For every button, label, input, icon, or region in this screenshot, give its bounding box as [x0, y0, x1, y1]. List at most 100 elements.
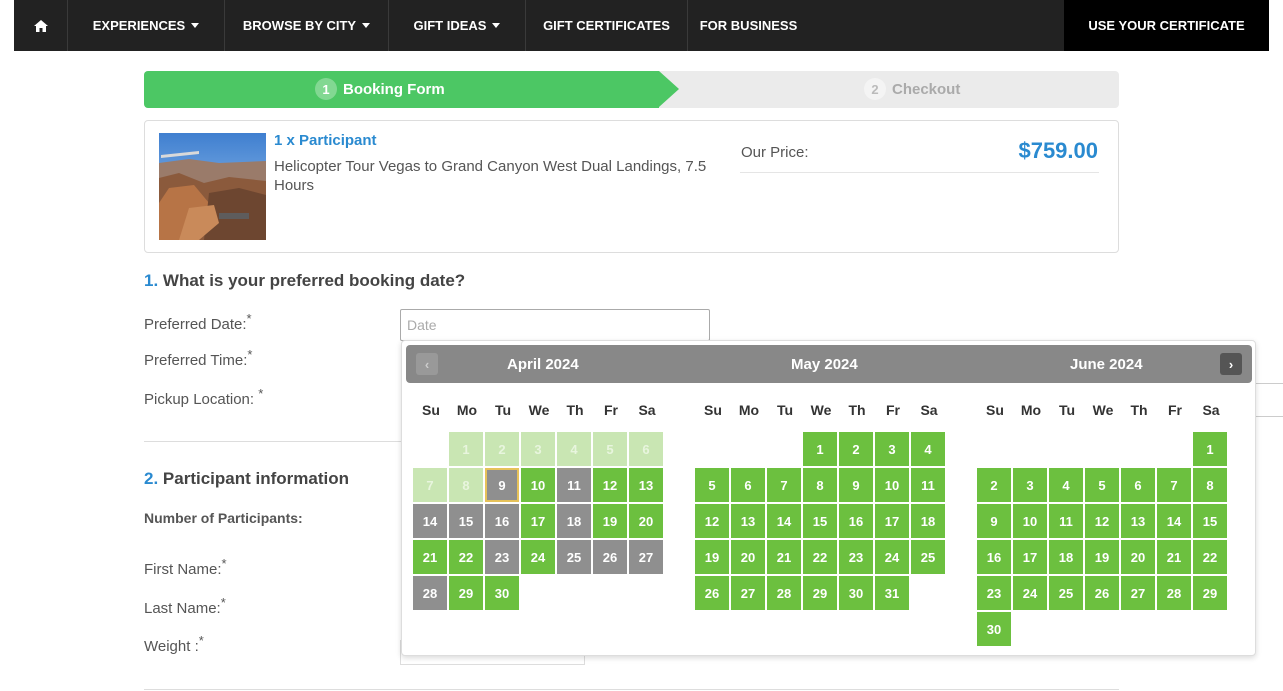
calendar-day-available[interactable]: 11	[911, 468, 945, 502]
calendar-day-available[interactable]: 30	[839, 576, 873, 610]
nav-gift-ideas-label: GIFT IDEAS	[413, 18, 487, 33]
calendar-day-available[interactable]: 1	[1193, 432, 1227, 466]
calendar-day-available[interactable]: 14	[1157, 504, 1191, 538]
calendar-day-available[interactable]: 3	[1013, 468, 1047, 502]
nav-experiences[interactable]: EXPERIENCES	[68, 0, 225, 51]
product-quantity[interactable]: 1 x Participant	[274, 132, 377, 149]
calendar-day-unavailable: 15	[449, 504, 483, 538]
calendar-day-available[interactable]: 10	[875, 468, 909, 502]
calendar-day-available[interactable]: 17	[875, 504, 909, 538]
calendar-day-available[interactable]: 22	[1193, 540, 1227, 574]
calendar-day-available[interactable]: 14	[767, 504, 801, 538]
calendar-day-available[interactable]: 20	[629, 504, 663, 538]
calendar-day-available[interactable]: 12	[1085, 504, 1119, 538]
calendar-day-available[interactable]: 4	[911, 432, 945, 466]
calendar-day-available[interactable]: 30	[485, 576, 519, 610]
calendar-day-available[interactable]: 29	[1193, 576, 1227, 610]
calendar-day-available[interactable]: 3	[875, 432, 909, 466]
calendar-day-available[interactable]: 29	[449, 576, 483, 610]
calendar-day-available[interactable]: 24	[875, 540, 909, 574]
next-month-button[interactable]: ›	[1220, 353, 1242, 375]
calendar-day-available[interactable]: 22	[449, 540, 483, 574]
calendar-day-available[interactable]: 23	[977, 576, 1011, 610]
month-title-may: May 2024	[791, 356, 858, 373]
calendar-day-available[interactable]: 21	[1157, 540, 1191, 574]
calendar-day-available[interactable]: 7	[767, 468, 801, 502]
nav-home[interactable]	[14, 0, 68, 51]
calendar-day-available[interactable]: 9	[977, 504, 1011, 538]
calendar-day-available[interactable]: 27	[731, 576, 765, 610]
calendar-day-available[interactable]: 5	[1085, 468, 1119, 502]
calendar-day-available[interactable]: 20	[1121, 540, 1155, 574]
calendar-day-available[interactable]: 29	[803, 576, 837, 610]
calendar-day-available[interactable]: 11	[1049, 504, 1083, 538]
calendar-day-available[interactable]: 12	[695, 504, 729, 538]
calendar-day-available[interactable]: 10	[521, 468, 555, 502]
weekday-label: Su	[422, 402, 440, 418]
use-certificate-button[interactable]: USE YOUR CERTIFICATE	[1064, 0, 1269, 51]
calendar-day-available[interactable]: 23	[839, 540, 873, 574]
nav-browse-by-city[interactable]: BROWSE BY CITY	[225, 0, 389, 51]
nav-gift-certificates[interactable]: GIFT CERTIFICATES	[526, 0, 688, 51]
weekday-header: Su Mo Tu We Th Fr Sa	[695, 397, 947, 423]
weekday-label: Su	[986, 402, 1004, 418]
calendar-day-available[interactable]: 17	[1013, 540, 1047, 574]
step-arrow	[659, 71, 679, 107]
weekday-label: We	[810, 402, 832, 418]
calendar-day-available[interactable]: 5	[695, 468, 729, 502]
calendar-day-available[interactable]: 13	[1121, 504, 1155, 538]
calendar-day-available[interactable]: 21	[413, 540, 447, 574]
calendar-day-available[interactable]: 16	[977, 540, 1011, 574]
calendar-day-available[interactable]: 18	[1049, 540, 1083, 574]
weekday-label: Th	[848, 402, 866, 418]
calendar-day-available[interactable]: 28	[767, 576, 801, 610]
calendar-day-available[interactable]: 15	[803, 504, 837, 538]
calendar-day-available[interactable]: 2	[839, 432, 873, 466]
calendar-day-available[interactable]: 9	[839, 468, 873, 502]
calendar-day-available[interactable]: 19	[593, 504, 627, 538]
prev-month-button[interactable]: ‹	[416, 353, 438, 375]
calendar-day-available[interactable]: 21	[767, 540, 801, 574]
calendar-day-available[interactable]: 19	[695, 540, 729, 574]
calendar-day-available[interactable]: 8	[803, 468, 837, 502]
calendar-day-available[interactable]: 25	[1049, 576, 1083, 610]
calendar-day-available[interactable]: 16	[839, 504, 873, 538]
calendar-day-available[interactable]: 25	[911, 540, 945, 574]
calendar-day-available[interactable]: 31	[875, 576, 909, 610]
calendar-day-available[interactable]: 26	[695, 576, 729, 610]
calendar-day-available[interactable]: 15	[1193, 504, 1227, 538]
calendar-day-available[interactable]: 12	[593, 468, 627, 502]
calendar-day-available[interactable]: 4	[1049, 468, 1083, 502]
calendar-day-available[interactable]: 8	[1193, 468, 1227, 502]
calendar-day-available[interactable]: 22	[803, 540, 837, 574]
calendar-day-available[interactable]: 30	[977, 612, 1011, 646]
calendar-day-available[interactable]: 18	[911, 504, 945, 538]
calendar-day-available[interactable]: 20	[731, 540, 765, 574]
calendar-day-available[interactable]: 6	[731, 468, 765, 502]
calendar-day-available[interactable]: 24	[521, 540, 555, 574]
calendar-day-available[interactable]: 13	[731, 504, 765, 538]
calendar-day-past: 4	[557, 432, 591, 466]
calendar-day-available[interactable]: 27	[1121, 576, 1155, 610]
calendar-day-available[interactable]: 1	[803, 432, 837, 466]
calendar-day-available[interactable]: 26	[1085, 576, 1119, 610]
calendar-day-available[interactable]: 24	[1013, 576, 1047, 610]
calendar-empty-cell	[1157, 612, 1191, 646]
calendar-day-available[interactable]: 2	[977, 468, 1011, 502]
nav-gift-ideas[interactable]: GIFT IDEAS	[389, 0, 526, 51]
calendar-day-available[interactable]: 17	[521, 504, 555, 538]
calendar-day-available[interactable]: 19	[1085, 540, 1119, 574]
calendar-day-available[interactable]: 6	[1121, 468, 1155, 502]
calendar-day-available[interactable]: 28	[1157, 576, 1191, 610]
calendar-day-available[interactable]: 13	[629, 468, 663, 502]
calendar-empty-cell	[557, 576, 591, 610]
calendar-empty-cell	[977, 432, 1011, 466]
nav-for-business[interactable]: FOR BUSINESS	[688, 0, 809, 51]
preferred-date-input[interactable]	[400, 309, 710, 341]
month-calendar-may: Su Mo Tu We Th Fr Sa 1 2 3 4 5 6 7 8 9 10 11 12 13 14 15 16 17 1…	[695, 397, 947, 612]
calendar-day-available[interactable]: 10	[1013, 504, 1047, 538]
weekday-label: Fr	[604, 402, 618, 418]
price-value: $759.00	[1018, 138, 1098, 163]
calendar-day-available[interactable]: 7	[1157, 468, 1191, 502]
pickup-location-select[interactable]	[1254, 383, 1283, 417]
